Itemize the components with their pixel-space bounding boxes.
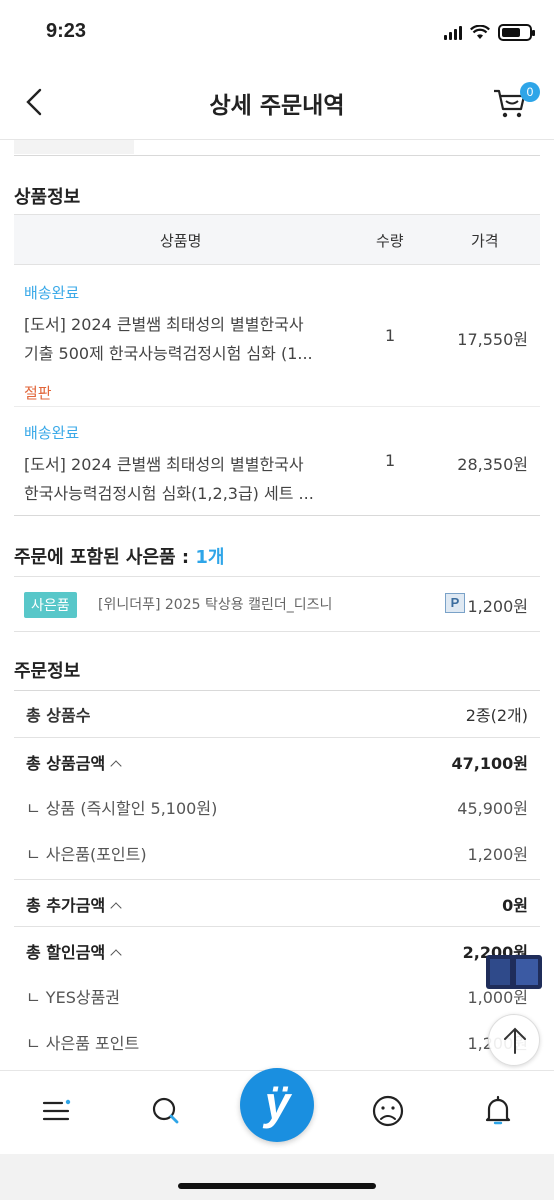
summary-value: 0원	[502, 896, 528, 915]
gift-price: 1,200원	[467, 597, 528, 616]
summary-value: 1,200원	[467, 845, 528, 864]
battery-icon	[498, 24, 535, 41]
status-bar: 9:23	[0, 0, 554, 66]
gift-section-title: 주문에 포함된 사은품 : 1개	[14, 543, 224, 569]
product-name-line: 기출 500제 한국사능력검정시험 심화 (1...	[24, 344, 313, 363]
product-row[interactable]: 배송완료 [도서] 2024 큰별쌤 최태성의 별별한국사 한국사능력검정시험 …	[14, 422, 540, 516]
product-qty: 1	[385, 451, 396, 470]
gift-count: 1개	[195, 547, 225, 568]
my-page-icon	[372, 1095, 404, 1127]
product-name[interactable]: [도서] 2024 큰별쌤 최태성의 별별한국사 기출 500제 한국사능력검정…	[24, 310, 354, 368]
scroll-remnant	[14, 140, 134, 154]
column-header-name: 상품명	[160, 232, 202, 250]
summary-gift-point-row: ㄴ 사은품(포인트) 1,200원	[14, 829, 540, 875]
summary-product-row: ㄴ 상품 (즉시할인 5,100원) 45,900원	[14, 783, 540, 829]
product-section-title: 상품정보	[14, 187, 81, 208]
summary-total-count: 총 상품수 2종(2개)	[14, 690, 540, 736]
chevron-up-icon	[110, 902, 122, 914]
tab-menu[interactable]	[38, 1091, 78, 1131]
tab-notifications[interactable]	[478, 1091, 518, 1131]
summary-label: 총 할인금액	[26, 939, 122, 963]
summary-label: ㄴ YES상품권	[26, 988, 121, 1007]
cellular-signal-icon	[444, 25, 462, 40]
summary-label: 총 상품수	[26, 706, 91, 725]
product-name-line: 한국사능력검정시험 심화(1,2,3급) 세트 ...	[24, 484, 314, 503]
app-header: 상세 주문내역 0	[0, 66, 554, 140]
product-table-header: 상품명 수량 가격	[14, 214, 540, 265]
out-of-print-label: 절판	[24, 384, 52, 402]
search-icon	[152, 1097, 179, 1124]
status-time: 9:23	[46, 20, 87, 42]
column-header-qty: 수량	[376, 232, 404, 250]
product-name[interactable]: [도서] 2024 큰별쌤 최태성의 별별한국사 한국사능력검정시험 심화(1,…	[24, 450, 354, 508]
summary-label: ㄴ 상품 (즉시할인 5,100원)	[26, 799, 218, 818]
order-section-title: 주문정보	[14, 661, 81, 682]
summary-value: 47,100원	[451, 754, 528, 773]
summary-value: 2종(2개)	[465, 706, 528, 725]
tab-search[interactable]	[146, 1091, 186, 1131]
divider	[14, 155, 540, 156]
product-price: 28,350원	[457, 455, 528, 474]
home-logo-button[interactable]: ÿ	[240, 1068, 314, 1142]
gift-section-label: 주문에 포함된 사은품 :	[14, 547, 190, 568]
shipping-status: 배송완료	[24, 424, 80, 442]
chevron-up-icon	[110, 760, 122, 772]
summary-label: ㄴ 사은품 포인트	[26, 1034, 140, 1053]
page-title: 상세 주문내역	[209, 93, 345, 119]
summary-value: 45,900원	[457, 799, 528, 818]
divider	[14, 515, 540, 516]
home-indicator-area	[0, 1154, 554, 1200]
summary-gift-point-discount-row: ㄴ 사은품 포인트 1,200원	[14, 1018, 540, 1064]
cart-button[interactable]: 0	[492, 82, 540, 124]
product-qty: 1	[385, 326, 396, 345]
product-name-line: [도서] 2024 큰별쌤 최태성의 별별한국사	[24, 455, 304, 474]
home-logo-icon: ÿ	[264, 1077, 290, 1129]
home-indicator	[178, 1183, 376, 1189]
menu-icon	[42, 1099, 71, 1121]
status-icons	[444, 24, 535, 41]
summary-label: 총 상품금액	[26, 750, 122, 774]
gift-badge: 사은품	[24, 592, 77, 618]
column-header-price: 가격	[471, 232, 499, 250]
product-name-line: [도서] 2024 큰별쌤 최태성의 별별한국사	[24, 315, 304, 334]
summary-yes-voucher-row: ㄴ YES상품권 1,000원	[14, 972, 540, 1018]
tab-my-page[interactable]	[368, 1091, 408, 1131]
cart-count-badge: 0	[520, 82, 540, 102]
product-row[interactable]: 배송완료 [도서] 2024 큰별쌤 최태성의 별별한국사 기출 500제 한국…	[14, 282, 540, 406]
arrow-up-icon	[504, 1027, 526, 1054]
notification-bell-icon	[485, 1095, 511, 1125]
floating-product-thumbnail[interactable]	[486, 955, 542, 989]
summary-total-amount[interactable]: 총 상품금액 47,100원	[14, 737, 540, 783]
wifi-icon	[470, 25, 490, 39]
divider	[14, 406, 540, 407]
point-icon: P	[445, 593, 465, 613]
summary-label: 총 추가금액	[26, 892, 122, 916]
product-price: 17,550원	[457, 330, 528, 349]
scroll-to-top-button[interactable]	[488, 1014, 540, 1066]
chevron-up-icon	[110, 949, 122, 961]
shipping-status: 배송완료	[24, 284, 80, 302]
summary-discount-amount[interactable]: 총 할인금액 2,200원	[14, 926, 540, 972]
summary-label: ㄴ 사은품(포인트)	[26, 845, 147, 864]
gift-row: 사은품 [위니더푸] 2025 탁상용 캘린더_디즈니 P 1,200원	[14, 576, 540, 632]
summary-extra-amount[interactable]: 총 추가금액 0원	[14, 879, 540, 925]
gift-item-name: [위니더푸] 2025 탁상용 캘린더_디즈니	[98, 597, 333, 613]
